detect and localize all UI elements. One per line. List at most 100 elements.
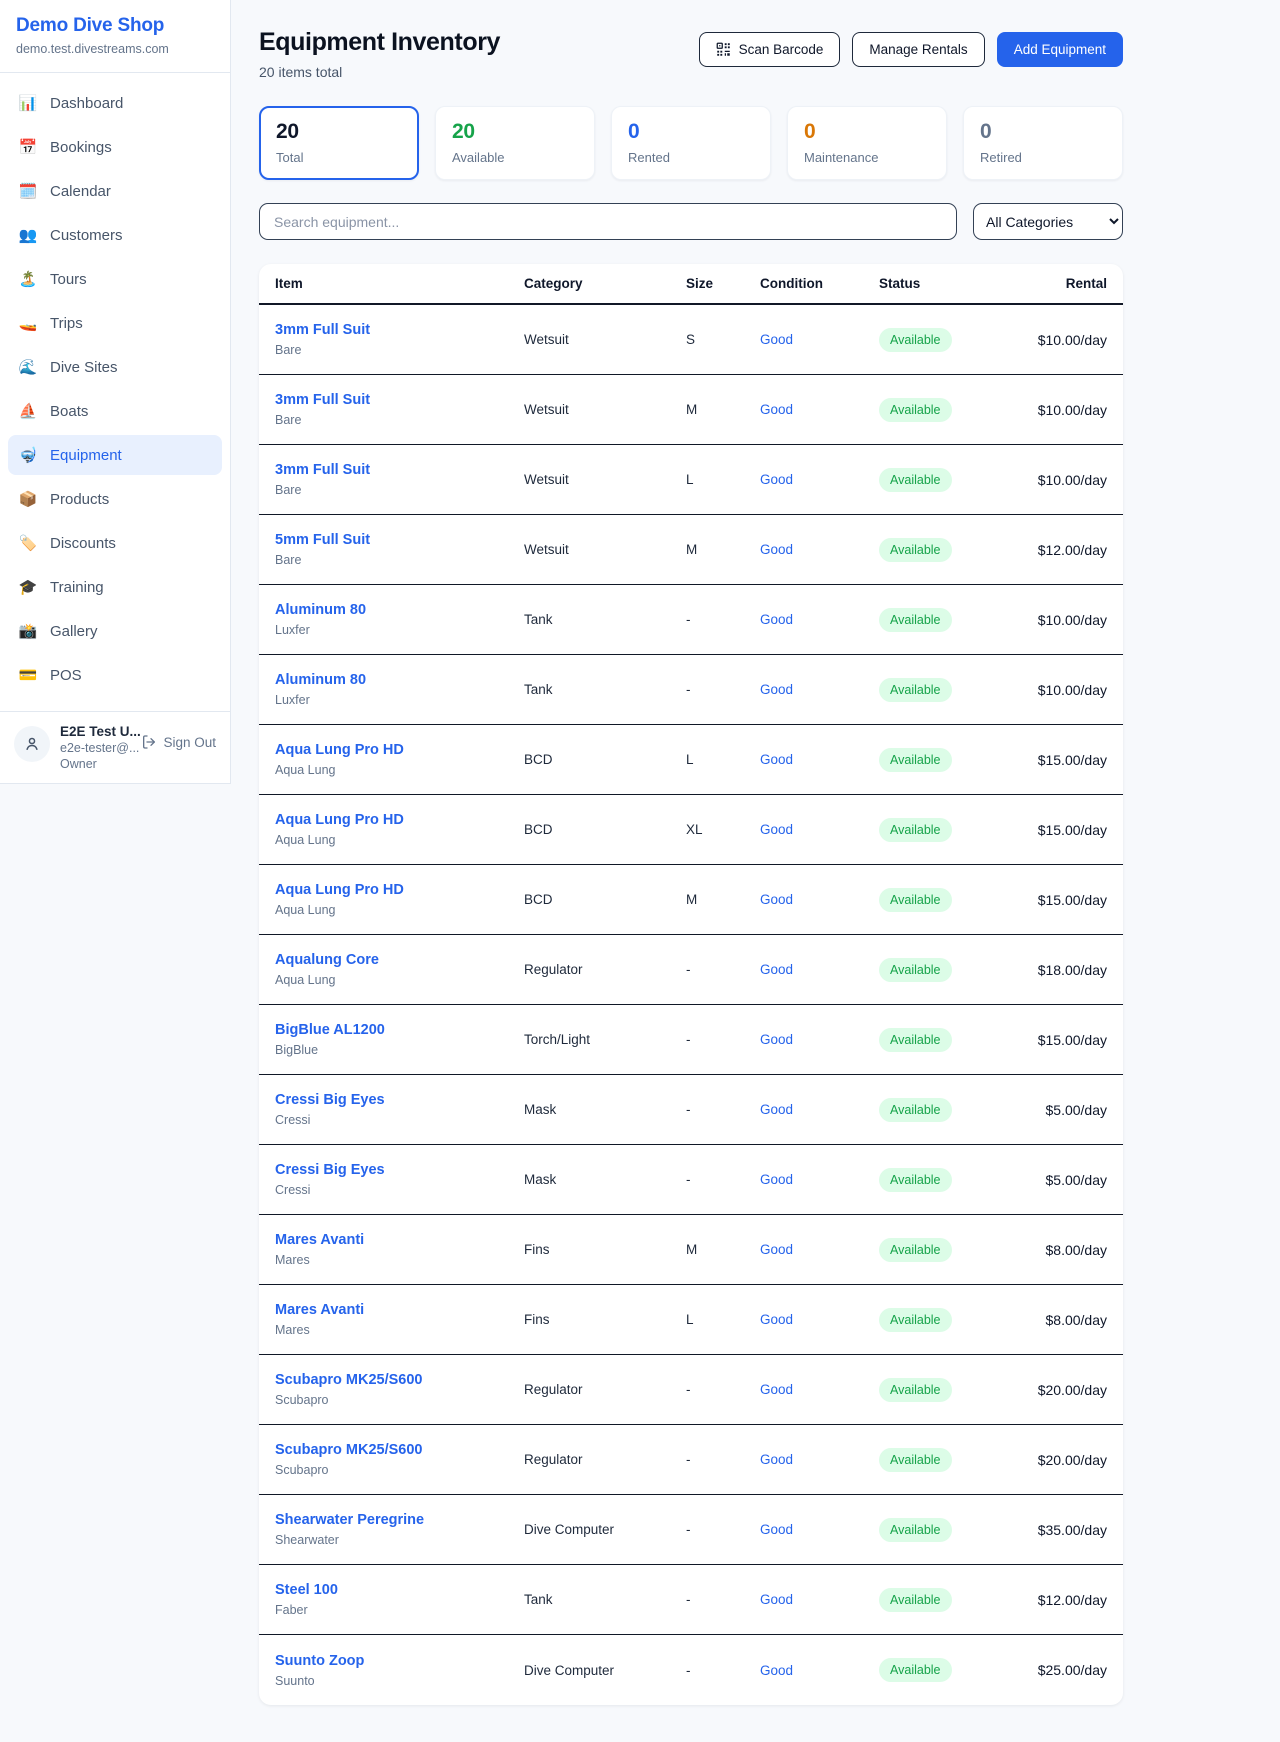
sidebar-item-pos[interactable]: 💳 POS	[8, 655, 222, 695]
rental-cell: $15.00/day	[1019, 1032, 1107, 1048]
item-brand: BigBlue	[275, 1043, 524, 1057]
category-cell: Regulator	[524, 962, 686, 977]
sidebar-item-gallery[interactable]: 📸 Gallery	[8, 611, 222, 651]
sidebar-item-products[interactable]: 📦 Products	[8, 479, 222, 519]
sidebar-item-discounts[interactable]: 🏷️ Discounts	[8, 523, 222, 563]
condition-link[interactable]: Good	[760, 752, 879, 767]
condition-link[interactable]: Good	[760, 612, 879, 627]
stat-card-available[interactable]: 20 Available	[435, 106, 595, 180]
condition-link[interactable]: Good	[760, 542, 879, 557]
status-badge: Available	[879, 1518, 952, 1542]
item-link[interactable]: Cressi Big Eyes	[275, 1092, 524, 1108]
condition-link[interactable]: Good	[760, 1382, 879, 1397]
item-link[interactable]: Steel 100	[275, 1582, 524, 1598]
item-link[interactable]: 3mm Full Suit	[275, 392, 524, 408]
scan-barcode-button[interactable]: Scan Barcode	[699, 32, 841, 67]
table-row: Cressi Big Eyes Cressi Mask - Good Avail…	[259, 1075, 1123, 1145]
sign-out-icon	[141, 734, 157, 750]
item-link[interactable]: 3mm Full Suit	[275, 322, 524, 338]
item-brand: Bare	[275, 413, 524, 427]
condition-link[interactable]: Good	[760, 1663, 879, 1678]
rental-cell: $10.00/day	[1019, 682, 1107, 698]
sidebar-item-label: Trips	[50, 315, 83, 332]
stat-card-maintenance[interactable]: 0 Maintenance	[787, 106, 947, 180]
sidebar-item-dive-sites[interactable]: 🌊 Dive Sites	[8, 347, 222, 387]
equipment-table: Item Category Size Condition Status Rent…	[259, 264, 1123, 1705]
condition-link[interactable]: Good	[760, 1452, 879, 1467]
stat-card-rented[interactable]: 0 Rented	[611, 106, 771, 180]
item-link[interactable]: Mares Avanti	[275, 1302, 524, 1318]
item-link[interactable]: Aqualung Core	[275, 952, 524, 968]
condition-link[interactable]: Good	[760, 472, 879, 487]
sidebar-item-boats[interactable]: ⛵ Boats	[8, 391, 222, 431]
item-link[interactable]: Aluminum 80	[275, 672, 524, 688]
brand[interactable]: Demo Dive Shop demo.test.divestreams.com	[0, 0, 230, 72]
manage-rentals-button[interactable]: Manage Rentals	[852, 32, 984, 67]
item-link[interactable]: Aqua Lung Pro HD	[275, 882, 524, 898]
add-equipment-button[interactable]: Add Equipment	[997, 32, 1123, 67]
rental-cell: $18.00/day	[1019, 962, 1107, 978]
condition-link[interactable]: Good	[760, 1592, 879, 1607]
sidebar-item-tours[interactable]: 🏝️ Tours	[8, 259, 222, 299]
stat-card-total[interactable]: 20 Total	[259, 106, 419, 180]
sign-out-button[interactable]: Sign Out	[141, 734, 216, 750]
sidebar-item-customers[interactable]: 👥 Customers	[8, 215, 222, 255]
item-brand: Mares	[275, 1253, 524, 1267]
condition-link[interactable]: Good	[760, 1242, 879, 1257]
condition-link[interactable]: Good	[760, 1172, 879, 1187]
sidebar-item-trips[interactable]: 🚤 Trips	[8, 303, 222, 343]
table-row: BigBlue AL1200 BigBlue Torch/Light - Goo…	[259, 1005, 1123, 1075]
condition-link[interactable]: Good	[760, 962, 879, 977]
table-row: 5mm Full Suit Bare Wetsuit M Good Availa…	[259, 515, 1123, 585]
status-badge: Available	[879, 468, 952, 492]
condition-link[interactable]: Good	[760, 682, 879, 697]
sidebar-item-training[interactable]: 🎓 Training	[8, 567, 222, 607]
sidebar-nav: 📊 Dashboard 📅 Bookings 🗓️ Calendar 👥 Cus…	[0, 73, 230, 711]
condition-link[interactable]: Good	[760, 822, 879, 837]
category-select[interactable]: All Categories	[973, 203, 1123, 240]
sidebar-item-bookings[interactable]: 📅 Bookings	[8, 127, 222, 167]
item-link[interactable]: Aqua Lung Pro HD	[275, 742, 524, 758]
item-link[interactable]: 3mm Full Suit	[275, 462, 524, 478]
item-brand: Cressi	[275, 1113, 524, 1127]
sidebar-item-dashboard[interactable]: 📊 Dashboard	[8, 83, 222, 123]
condition-link[interactable]: Good	[760, 402, 879, 417]
sidebar-item-calendar[interactable]: 🗓️ Calendar	[8, 171, 222, 211]
stat-card-retired[interactable]: 0 Retired	[963, 106, 1123, 180]
table-row: Suunto Zoop Suunto Dive Computer - Good …	[259, 1635, 1123, 1705]
search-input[interactable]	[259, 203, 957, 240]
condition-link[interactable]: Good	[760, 1032, 879, 1047]
item-link[interactable]: Shearwater Peregrine	[275, 1512, 524, 1528]
item-link[interactable]: Mares Avanti	[275, 1232, 524, 1248]
column-header-status: Status	[879, 276, 1019, 291]
island-icon: 🏝️	[18, 270, 38, 288]
condition-link[interactable]: Good	[760, 332, 879, 347]
item-link[interactable]: BigBlue AL1200	[275, 1022, 524, 1038]
wave-icon: 🌊	[18, 358, 38, 376]
size-cell: -	[686, 1592, 760, 1607]
table-row: Scubapro MK25/S600 Scubapro Regulator - …	[259, 1425, 1123, 1495]
condition-link[interactable]: Good	[760, 892, 879, 907]
column-header-size: Size	[686, 276, 760, 291]
item-link[interactable]: Suunto Zoop	[275, 1653, 524, 1669]
item-link[interactable]: Scubapro MK25/S600	[275, 1442, 524, 1458]
table-body: 3mm Full Suit Bare Wetsuit S Good Availa…	[259, 305, 1123, 1705]
item-link[interactable]: Aqua Lung Pro HD	[275, 812, 524, 828]
condition-link[interactable]: Good	[760, 1102, 879, 1117]
item-link[interactable]: Aluminum 80	[275, 602, 524, 618]
table-row: Aqualung Core Aqua Lung Regulator - Good…	[259, 935, 1123, 1005]
sidebar-item-equipment[interactable]: 🤿 Equipment	[8, 435, 222, 475]
user-role: Owner	[60, 757, 131, 771]
table-row: Aqua Lung Pro HD Aqua Lung BCD M Good Av…	[259, 865, 1123, 935]
bar-chart-icon: 📊	[18, 94, 38, 112]
condition-link[interactable]: Good	[760, 1522, 879, 1537]
size-cell: -	[686, 612, 760, 627]
item-link[interactable]: Cressi Big Eyes	[275, 1162, 524, 1178]
column-header-condition: Condition	[760, 276, 879, 291]
condition-link[interactable]: Good	[760, 1312, 879, 1327]
item-link[interactable]: 5mm Full Suit	[275, 532, 524, 548]
item-brand: Mares	[275, 1323, 524, 1337]
status-badge: Available	[879, 1378, 952, 1402]
size-cell: M	[686, 402, 760, 417]
item-link[interactable]: Scubapro MK25/S600	[275, 1372, 524, 1388]
